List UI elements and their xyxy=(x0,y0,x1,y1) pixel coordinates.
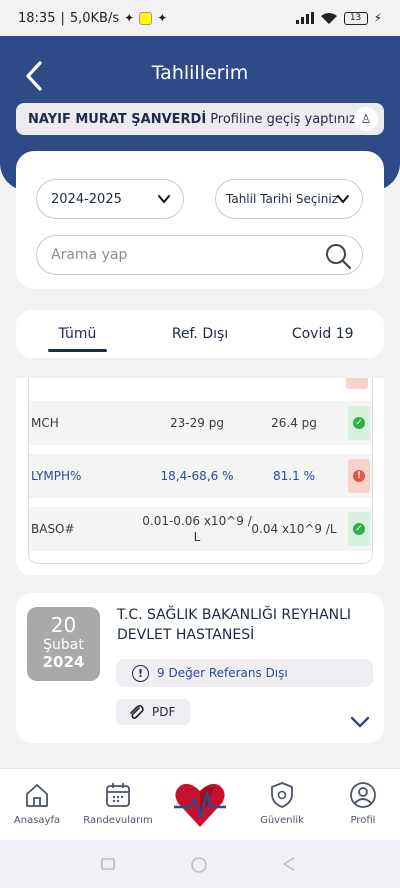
filter-card: 2024-2025 Tahlil Tarihi Seçiniz Arama ya… xyxy=(16,151,384,289)
pdf-button[interactable]: PDF xyxy=(116,699,190,725)
search-input[interactable]: Arama yap xyxy=(36,235,363,275)
charging-icon: ⚡ xyxy=(373,11,382,25)
search-icon[interactable] xyxy=(324,242,352,270)
hospital-name: T.C. SAĞLIK BAKANLIĞI REYHANLI DEVLET HA… xyxy=(117,607,352,643)
profile-name: NAYIF MURAT ŞANVERDİ xyxy=(28,111,207,127)
results-table[interactable]: MCH 23-29 pg 26.4 pg ✓ LYMPH% 18,4-68,6 … xyxy=(28,378,373,564)
signal-icon xyxy=(295,12,314,24)
search-placeholder: Arama yap xyxy=(51,247,128,263)
tab-all[interactable]: Tümü xyxy=(16,310,139,358)
table-row: MCH 23-29 pg 26.4 pg ✓ xyxy=(29,401,372,445)
status-right: 13 ⚡ xyxy=(295,11,382,25)
test-value: 0.04 x10^9 /L xyxy=(251,522,337,536)
year-select[interactable]: 2024-2025 xyxy=(36,179,184,219)
nav-appointments[interactable]: Randevularım xyxy=(78,781,158,826)
reference-range: 18,4-68,6 % xyxy=(160,469,234,483)
nav-label: Güvenlik xyxy=(260,815,304,826)
warning-icon: ! xyxy=(353,470,365,482)
notification-icon-2: ✦ xyxy=(157,11,168,25)
tab-out-of-range[interactable]: Ref. Dışı xyxy=(139,310,262,358)
test-name: BASO# xyxy=(31,522,75,536)
table-row: LYMPH% 18,4-68,6 % 81.1 % ! xyxy=(29,454,372,498)
chevron-down-icon xyxy=(337,195,349,204)
test-value: 26.4 pg xyxy=(271,416,317,430)
status-speed: 5,0KB/s xyxy=(69,10,120,26)
test-name: LYMPH% xyxy=(31,469,82,483)
bottom-nav: Anasayfa Randevularım Güvenlik Profil xyxy=(0,768,400,840)
notification-icon: ✦ xyxy=(124,11,135,25)
status-flag: ✓ xyxy=(348,512,370,546)
status-flag: ! xyxy=(348,459,370,493)
date-select-value: Tahlil Tarihi Seçiniz xyxy=(226,192,339,206)
status-left: 18:35 | 5,0KB/s ✦ ✦ xyxy=(18,11,167,26)
alert-text: 9 Değer Referans Dışı xyxy=(157,666,288,680)
home-icon xyxy=(26,784,48,807)
date-select[interactable]: Tahlil Tarihi Seçiniz xyxy=(215,179,363,219)
nav-label: Profil xyxy=(350,815,376,826)
calendar-icon xyxy=(106,783,130,807)
status-separator: | xyxy=(60,10,65,26)
reference-range: 0.01-0.06 x10^9 / L xyxy=(142,514,252,544)
info-icon: ! xyxy=(132,664,149,682)
nav-label: Anasayfa xyxy=(13,815,61,826)
test-value: 81.1 % xyxy=(273,469,315,483)
back-nav-icon[interactable] xyxy=(282,856,296,872)
status-time: 18:35 xyxy=(18,10,56,26)
nav-home[interactable]: Anasayfa xyxy=(0,781,77,826)
table-row: BASO# 0.01-0.06 x10^9 / L 0.04 x10^9 /L … xyxy=(29,507,372,551)
page-title: Tahlillerim xyxy=(151,62,249,84)
paperclip-icon xyxy=(130,705,144,719)
test-name: MCH xyxy=(31,416,59,430)
nav-label: Randevularım xyxy=(83,815,153,826)
results-card: MCH 23-29 pg 26.4 pg ✓ LYMPH% 18,4-68,6 … xyxy=(16,378,384,575)
profile-banner: NAYIF MURAT ŞANVERDİ Profiline geçiş yap… xyxy=(16,103,384,135)
reference-range: 23-29 pg xyxy=(170,416,224,430)
status-bar: 18:35 | 5,0KB/s ✦ ✦ 13 ⚡ xyxy=(0,0,400,36)
status-flag: ✓ xyxy=(348,406,370,440)
tab-label: Covid 19 xyxy=(291,326,354,342)
tab-label: Ref. Dışı xyxy=(171,326,229,342)
report-month: Şubat xyxy=(43,637,84,653)
battery-icon: 13 xyxy=(343,11,368,25)
report-date: 20 Şubat 2024 xyxy=(27,607,100,681)
report-day: 20 xyxy=(50,613,77,637)
report-card[interactable]: 20 Şubat 2024 T.C. SAĞLIK BAKANLIĞI REYH… xyxy=(16,593,384,743)
nav-profile[interactable]: Profil xyxy=(323,781,400,826)
report-year: 2024 xyxy=(42,653,85,671)
nav-security[interactable]: Güvenlik xyxy=(242,781,322,826)
heart-logo[interactable] xyxy=(170,775,230,835)
user-icon xyxy=(350,782,376,808)
year-select-value: 2024-2025 xyxy=(51,191,122,207)
status-flag-partial xyxy=(346,378,368,389)
wifi-icon xyxy=(320,12,337,24)
check-icon: ✓ xyxy=(353,417,365,429)
check-icon: ✓ xyxy=(353,523,365,535)
home-button-icon[interactable] xyxy=(190,856,208,874)
pdf-label: PDF xyxy=(152,705,176,719)
tab-label: Tümü xyxy=(58,326,97,342)
chevron-down-icon[interactable] xyxy=(350,715,370,729)
tabs: Tümü Ref. Dışı Covid 19 xyxy=(16,310,384,358)
tab-covid[interactable]: Covid 19 xyxy=(261,310,384,358)
out-of-range-alert[interactable]: ! 9 Değer Referans Dışı xyxy=(116,659,373,687)
system-nav-bar xyxy=(0,840,400,888)
profile-switch-icon[interactable]: ♙ xyxy=(354,107,378,131)
recents-icon[interactable] xyxy=(100,856,116,872)
snapchat-icon xyxy=(139,11,153,25)
battery-level: 13 xyxy=(349,13,362,23)
chevron-down-icon xyxy=(158,195,170,204)
shield-icon xyxy=(271,782,293,808)
profile-message: Profiline geçiş yaptınız. xyxy=(210,111,360,127)
